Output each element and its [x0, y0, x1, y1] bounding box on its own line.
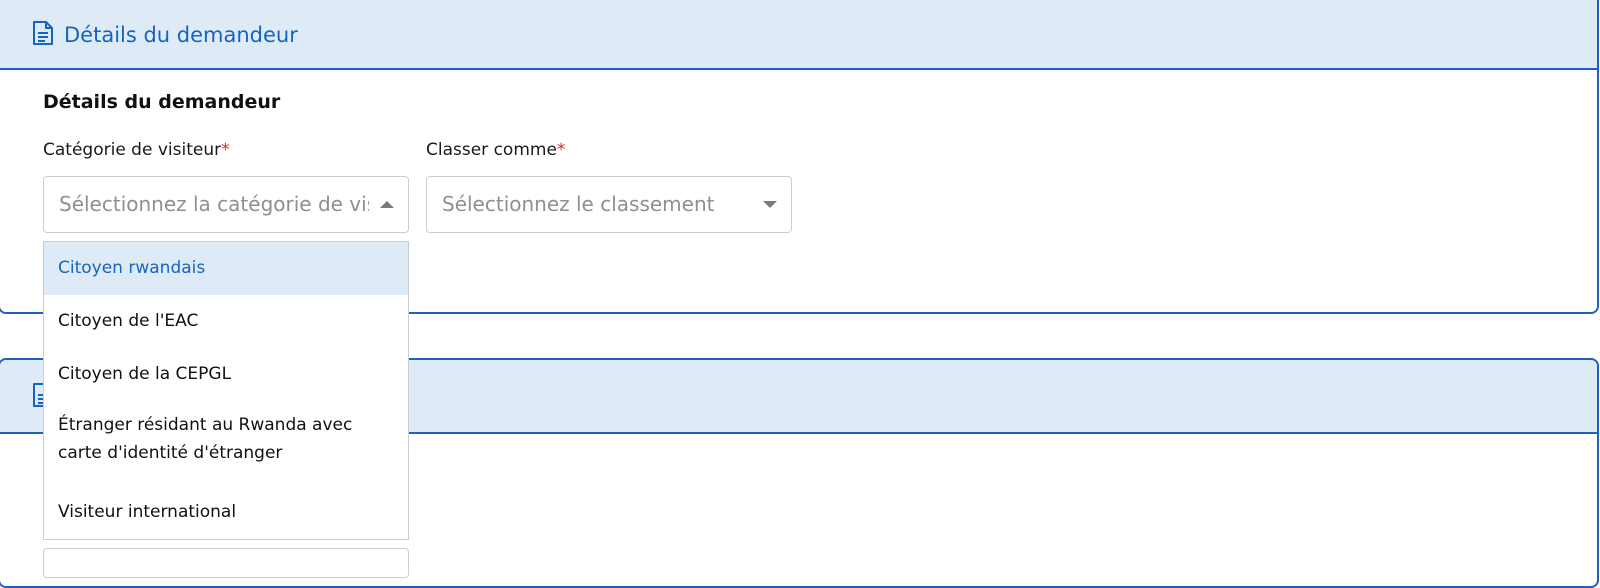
visitor-category-label: Catégorie de visiteur*: [43, 140, 230, 160]
caret-down-icon: [763, 201, 777, 208]
visitor-category-placeholder: Sélectionnez la catégorie de visiteur: [59, 192, 369, 216]
dropdown-option[interactable]: Visiteur international: [44, 486, 408, 539]
classify-as-placeholder: Sélectionnez le classement: [442, 192, 715, 216]
partially-hidden-select[interactable]: [43, 548, 409, 578]
visitor-category-select[interactable]: Sélectionnez la catégorie de visiteur: [43, 176, 409, 233]
visitor-category-dropdown: Citoyen rwandais Citoyen de l'EAC Citoye…: [43, 241, 409, 540]
card-header-title: Détails du demandeur: [64, 23, 298, 47]
document-icon: [32, 20, 54, 46]
dropdown-option[interactable]: Citoyen de l'EAC: [44, 295, 408, 348]
card-header: Détails du demandeur: [0, 0, 1597, 70]
section-title: Détails du demandeur: [43, 91, 281, 113]
classify-as-label: Classer comme*: [426, 140, 566, 160]
dropdown-option[interactable]: Citoyen de la CEPGL: [44, 348, 408, 401]
required-asterisk: *: [556, 140, 566, 160]
dropdown-option[interactable]: Étranger résidant au Rwanda avec carte d…: [44, 401, 408, 486]
classify-as-select[interactable]: Sélectionnez le classement: [426, 176, 792, 233]
dropdown-option[interactable]: Citoyen rwandais: [44, 242, 408, 295]
required-asterisk: *: [221, 140, 230, 160]
caret-up-icon: [380, 201, 394, 208]
